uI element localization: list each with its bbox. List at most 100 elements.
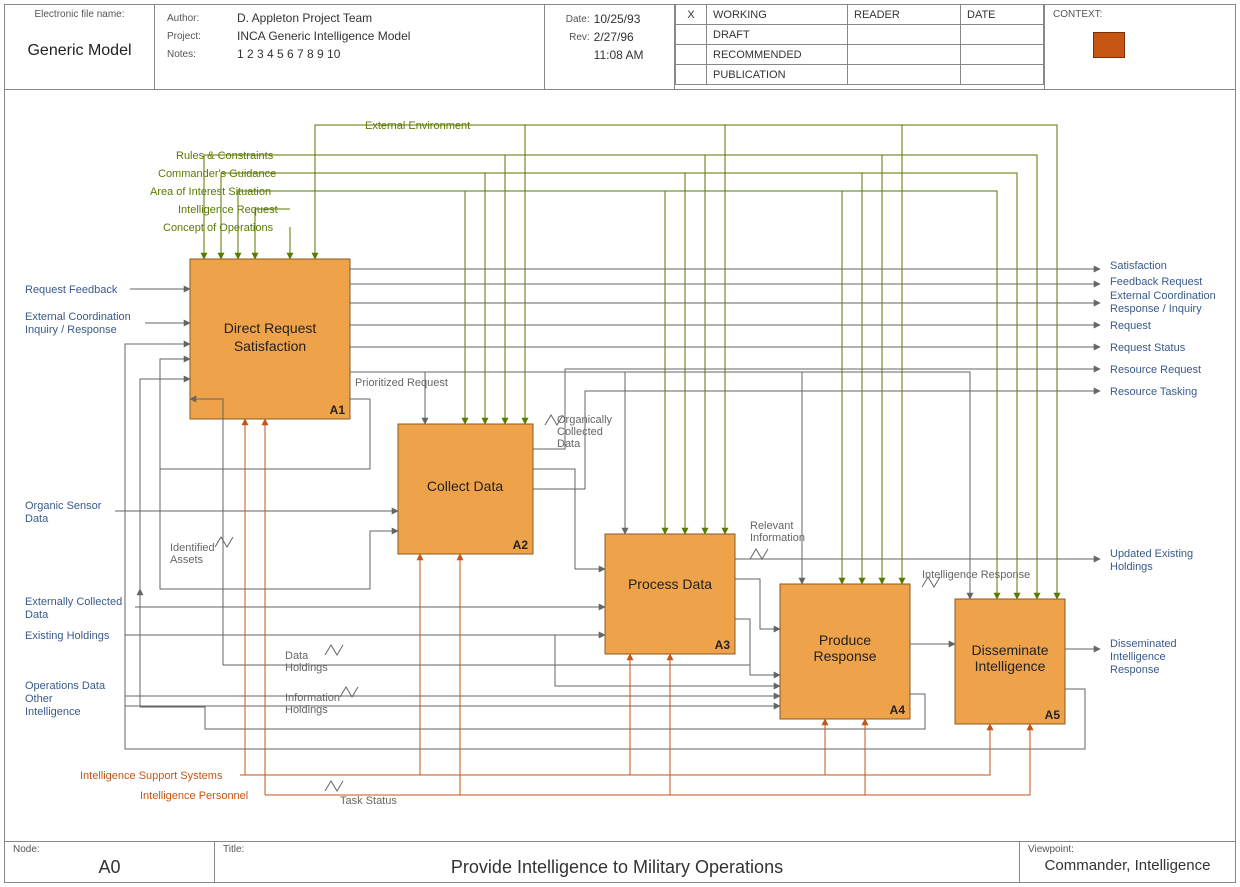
lbl-ocd-3: Data bbox=[557, 438, 581, 450]
svg-text:Collect Data: Collect Data bbox=[427, 478, 503, 494]
svg-text:Response: Response bbox=[813, 648, 876, 664]
out-fbreq: Feedback Request bbox=[1110, 276, 1202, 288]
in-extcoord-1: External Coordination bbox=[25, 311, 131, 323]
footer: Node: A0 Title: Provide Intelligence to … bbox=[5, 841, 1235, 882]
hdr-filename: Electronic file name: Generic Model bbox=[5, 5, 155, 89]
author-label: Author: bbox=[163, 9, 233, 27]
project-label: Project: bbox=[163, 27, 233, 45]
out-resreq: Resource Request bbox=[1110, 364, 1201, 376]
in-reqfb: Request Feedback bbox=[25, 284, 118, 296]
svg-text:Satisfaction: Satisfaction bbox=[234, 338, 306, 354]
lbl-relinfo-2: Information bbox=[750, 532, 805, 544]
in-otherint-1: Other bbox=[25, 693, 53, 705]
mech-ip: Intelligence Personnel bbox=[140, 790, 248, 802]
header: Electronic file name: Generic Model Auth… bbox=[5, 5, 1235, 90]
hdr-context: CONTEXT: bbox=[1045, 5, 1235, 89]
rdate-label: DATE bbox=[961, 5, 1044, 25]
efname-value: Generic Model bbox=[13, 42, 146, 60]
ctrl-guidance: Commander's Guidance bbox=[158, 168, 276, 180]
lbl-ocd-2: Collected bbox=[557, 426, 603, 438]
out-extcoord-2: Response / Inquiry bbox=[1110, 303, 1202, 315]
out-extcoord-1: External Coordination bbox=[1110, 290, 1216, 302]
vp-value: Commander, Intelligence bbox=[1028, 857, 1227, 874]
context-swatch bbox=[1093, 32, 1125, 58]
lbl-prioritized-request: Prioritized Request bbox=[355, 377, 448, 389]
mech-iss: Intelligence Support Systems bbox=[80, 770, 223, 782]
date-label: Date: bbox=[555, 11, 591, 27]
svg-text:Produce: Produce bbox=[819, 632, 871, 648]
title-label: Title: bbox=[223, 844, 1011, 855]
out-dissem-2: Intelligence bbox=[1110, 651, 1166, 663]
lbl-infohold-1: Information bbox=[285, 692, 340, 704]
activity-a5: Disseminate Intelligence A5 bbox=[955, 599, 1065, 724]
idef0-diagram: Electronic file name: Generic Model Auth… bbox=[0, 0, 1240, 887]
ctrl-conops: Concept of Operations bbox=[163, 222, 274, 234]
svg-text:A3: A3 bbox=[715, 638, 731, 652]
lbl-datahold-1: Data bbox=[285, 650, 309, 662]
out-reqstat: Request Status bbox=[1110, 342, 1186, 354]
diagram-frame: Electronic file name: Generic Model Auth… bbox=[4, 4, 1236, 883]
ctrl-ext-env: External Environment bbox=[365, 120, 470, 132]
status-x: X bbox=[676, 5, 707, 25]
rev-label: Rev: bbox=[555, 29, 591, 45]
context-label: CONTEXT: bbox=[1053, 9, 1227, 20]
lbl-taskstat: Task Status bbox=[340, 795, 397, 807]
ctrl-rules: Rules & Constraints bbox=[176, 150, 274, 162]
reader-label: READER bbox=[848, 5, 961, 25]
out-restask: Resource Tasking bbox=[1110, 386, 1197, 398]
in-extcoord-2: Inquiry / Response bbox=[25, 324, 117, 336]
status-row: WORKING bbox=[707, 5, 848, 25]
in-osd-1: Organic Sensor bbox=[25, 500, 102, 512]
svg-text:Intelligence: Intelligence bbox=[975, 658, 1046, 674]
in-extcol-2: Data bbox=[25, 609, 49, 621]
activity-a1: Direct Request Satisfaction A1 bbox=[190, 259, 350, 419]
hdr-status: X WORKING READER DATE DRAFT RECOMMENDED … bbox=[675, 5, 1045, 89]
in-existhold: Existing Holdings bbox=[25, 630, 110, 642]
svg-text:Process Data: Process Data bbox=[628, 576, 712, 592]
svg-text:A2: A2 bbox=[513, 538, 529, 552]
lbl-idassets-1: Identified bbox=[170, 542, 215, 554]
author-value: D. Appleton Project Team bbox=[233, 9, 536, 27]
hdr-dates: Date: 10/25/93 Rev: 2/27/96 11:08 AM bbox=[545, 5, 675, 89]
ftr-viewpoint: Viewpoint: Commander, Intelligence bbox=[1020, 842, 1235, 882]
status-row: RECOMMENDED bbox=[707, 45, 848, 65]
hdr-meta: Author: D. Appleton Project Team Project… bbox=[155, 5, 545, 89]
status-row: DRAFT bbox=[707, 25, 848, 45]
svg-text:A1: A1 bbox=[330, 403, 346, 417]
activity-a3: Process Data A3 bbox=[605, 534, 735, 654]
node-label: Node: bbox=[13, 844, 206, 855]
lbl-relinfo-1: Relevant bbox=[750, 520, 793, 532]
rev-time: 11:08 AM bbox=[593, 47, 664, 63]
title-value: Provide Intelligence to Military Operati… bbox=[223, 857, 1011, 878]
efname-label: Electronic file name: bbox=[13, 9, 146, 20]
lbl-idassets-2: Assets bbox=[170, 554, 204, 566]
in-extcol-1: Externally Collected bbox=[25, 596, 122, 608]
out-updhold-2: Holdings bbox=[1110, 561, 1153, 573]
node-value: A0 bbox=[13, 857, 206, 878]
svg-text:Direct Request: Direct Request bbox=[224, 320, 317, 336]
out-req: Request bbox=[1110, 320, 1151, 332]
ctrl-aoi: Area of Interest Situation bbox=[150, 186, 271, 198]
diagram-canvas: Direct Request Satisfaction A1 Collect D… bbox=[5, 89, 1235, 845]
activity-a2: Collect Data A2 bbox=[398, 424, 533, 554]
out-dissem-3: Response bbox=[1110, 664, 1160, 676]
activity-a4: Produce Response A4 bbox=[780, 584, 910, 719]
out-dissem-1: Disseminated bbox=[1110, 638, 1177, 650]
in-otherint-2: Intelligence bbox=[25, 706, 81, 718]
svg-text:A5: A5 bbox=[1045, 708, 1061, 722]
svg-text:Disseminate: Disseminate bbox=[971, 642, 1048, 658]
lbl-infohold-2: Holdings bbox=[285, 704, 328, 716]
vp-label: Viewpoint: bbox=[1028, 844, 1227, 855]
project-value: INCA Generic Intelligence Model bbox=[233, 27, 536, 45]
svg-text:A4: A4 bbox=[890, 703, 906, 717]
out-updhold-1: Updated Existing bbox=[1110, 548, 1193, 560]
in-opdata: Operations Data bbox=[25, 680, 106, 692]
ftr-title: Title: Provide Intelligence to Military … bbox=[215, 842, 1020, 882]
rev-value: 2/27/96 bbox=[593, 29, 664, 45]
in-osd-2: Data bbox=[25, 513, 49, 525]
notes-label: Notes: bbox=[163, 45, 233, 63]
notes-value: 1 2 3 4 5 6 7 8 9 10 bbox=[233, 45, 536, 63]
out-sat: Satisfaction bbox=[1110, 260, 1167, 272]
ctrl-intreq: Intelligence Request bbox=[178, 204, 278, 216]
date-value: 10/25/93 bbox=[593, 11, 664, 27]
